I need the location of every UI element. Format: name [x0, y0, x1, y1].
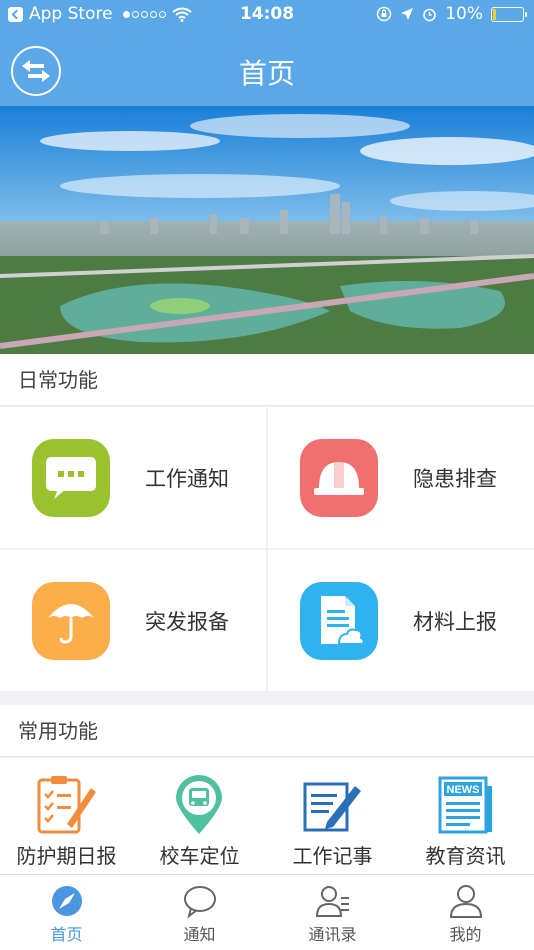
tab-home[interactable]: 首页: [0, 875, 133, 950]
work-notes-item[interactable]: 工作记事: [266, 758, 399, 874]
tab-notice-label: 通知: [183, 925, 216, 944]
tab-mine[interactable]: 我的: [399, 875, 532, 950]
common-functions-row: 防护期日报 校车定位 工作记事 NEWS 教育资讯: [0, 758, 534, 874]
location-icon: [401, 8, 414, 20]
compass-icon: [52, 886, 82, 916]
tab-bar: 首页 通知 通讯录 我的: [0, 874, 534, 950]
work-notice-tile[interactable]: 工作通知: [0, 407, 266, 548]
document-cloud-icon: [300, 582, 378, 660]
bus-location-item[interactable]: 校车定位: [133, 758, 266, 874]
rotation-lock-icon: [376, 6, 392, 22]
tab-contacts[interactable]: 通讯录: [266, 875, 399, 950]
section-title-daily: 日常功能: [0, 354, 534, 406]
page-title: 首页: [238, 57, 295, 90]
hazard-check-tile[interactable]: 隐患排查: [268, 407, 534, 548]
emergency-report-tile[interactable]: 突发报备: [0, 550, 266, 691]
alarm-icon: [423, 8, 437, 21]
material-report-tile[interactable]: 材料上报: [268, 550, 534, 691]
news-icon: NEWS: [438, 776, 492, 834]
defense-daily-report-label: 防护期日报: [16, 844, 117, 868]
news-icon-text: NEWS: [447, 784, 480, 796]
battery-percent: 10%: [445, 4, 483, 24]
tab-contacts-label: 通讯录: [308, 925, 357, 944]
section-title-common: 常用功能: [0, 705, 534, 757]
education-news-item[interactable]: NEWS 教育资讯: [399, 758, 532, 874]
tab-home-label: 首页: [50, 925, 83, 944]
education-news-label: 教育资讯: [425, 844, 506, 868]
tab-mine-label: 我的: [449, 925, 482, 944]
emergency-report-label: 突发报备: [145, 610, 229, 634]
umbrella-icon: [32, 582, 110, 660]
work-notice-label: 工作通知: [145, 467, 229, 491]
tab-notice[interactable]: 通知: [133, 875, 266, 950]
contacts-icon: [315, 886, 349, 917]
user-icon: [449, 885, 483, 918]
status-bar: App Store 14:08 10%: [0, 0, 534, 30]
header: App Store 14:08 10% 首页: [0, 0, 534, 106]
checklist-icon: [37, 776, 96, 834]
bus-location-label: 校车定位: [159, 844, 240, 868]
hazard-check-label: 隐患排查: [413, 467, 497, 491]
bus-location-icon: [176, 775, 222, 834]
helmet-icon: [300, 439, 378, 517]
message-bubble-icon: [32, 439, 110, 517]
city-banner-image[interactable]: [0, 106, 534, 354]
material-report-label: 材料上报: [413, 610, 497, 634]
defense-daily-report-item[interactable]: 防护期日报: [0, 758, 133, 874]
battery-icon: [491, 6, 527, 22]
work-notes-label: 工作记事: [292, 844, 373, 868]
chat-bubble-icon: [184, 886, 216, 919]
note-edit-icon: [303, 782, 361, 832]
